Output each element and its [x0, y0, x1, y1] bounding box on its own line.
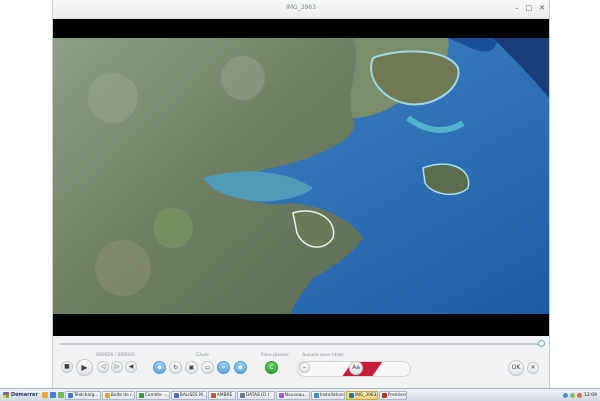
subtitle-minus-button[interactable]: – — [299, 362, 310, 373]
taskbar-app-icon — [313, 392, 319, 398]
quicklaunch-folder-icon[interactable] — [41, 392, 48, 398]
maximize-button[interactable]: □ — [526, 3, 533, 13]
taskbar-button-label: AMBRE — [216, 392, 233, 398]
snapshot-icon: ◉ — [237, 363, 244, 371]
taskbar-button-label: Nouveau... — [284, 392, 309, 398]
ok-button[interactable]: OK — [508, 360, 524, 376]
stop-button[interactable]: ■ — [61, 361, 73, 373]
tool-button-2[interactable]: ↻ — [169, 361, 182, 374]
previous-button[interactable]: ◁ — [97, 361, 109, 373]
taskbar-button[interactable]: Comète -... — [135, 390, 170, 400]
security-icon[interactable] — [570, 392, 576, 398]
minus-icon: – — [303, 363, 306, 371]
start-label: Démarrer — [11, 392, 38, 398]
rotate-button[interactable]: C — [265, 361, 278, 374]
chapter-icon: ◆ — [157, 363, 162, 371]
stop-icon: ■ — [64, 363, 70, 370]
tool-button-3[interactable]: ▣ — [185, 361, 198, 374]
system-tray: 12:09 — [560, 392, 600, 398]
speed-label: Cäule — [196, 353, 209, 358]
taskbar-button-label: BALISES M... — [179, 392, 207, 398]
rotate-icon: C — [269, 363, 274, 371]
start-button[interactable]: Démarrer — [0, 390, 41, 400]
taskbar: Démarrer Télécharg... Boîte de r... Comète… — [0, 388, 600, 401]
taskbar-button[interactable]: AMBRE — [207, 390, 236, 400]
taskbar-app-icon — [173, 392, 179, 398]
taskbar-button[interactable]: Premiere... — [378, 390, 407, 400]
play-icon: ▶ — [81, 362, 88, 372]
next-icon: ▷ — [114, 363, 120, 370]
taskbar-button-label: IMG_3963 — [354, 392, 377, 398]
time-display: 000026 / 000026 — [96, 353, 135, 358]
volume-icon[interactable] — [577, 392, 583, 398]
window-title: IMG_3963 — [286, 4, 316, 11]
clock: 12:09 — [584, 392, 597, 398]
taskbar-app-icon — [210, 392, 216, 398]
aspect-icon: ▭ — [204, 363, 211, 371]
taskbar-button[interactable]: DATAS (D:) — [236, 390, 275, 400]
tool-button-1[interactable]: ◆ — [153, 361, 166, 374]
subtitles-label: Aucuns sous-titres — [302, 353, 344, 358]
taskbar-app-icon — [104, 392, 110, 398]
taskbar-button[interactable]: IMG_3963 — [345, 390, 378, 400]
taskbar-app-icon — [239, 392, 245, 398]
ok-label: OK — [511, 364, 521, 371]
seek-handle[interactable] — [537, 340, 545, 347]
tool-button-6[interactable]: ◉ — [234, 361, 247, 374]
taskbar-button-label: Premiere... — [387, 392, 407, 398]
seek-bar[interactable] — [59, 340, 545, 347]
next-button[interactable]: ▷ — [111, 361, 123, 373]
close-icon: ✕ — [530, 364, 536, 371]
taskbar-button[interactable]: Télécharg... — [64, 390, 101, 400]
windows-logo-icon — [3, 392, 9, 398]
frame-back-icon: ◀ — [128, 363, 134, 370]
minimize-button[interactable]: – — [515, 3, 519, 13]
taskbar-button-label: DATAS (D:) — [245, 392, 270, 398]
close-window-button[interactable]: ✕ — [539, 3, 545, 13]
quicklaunch-browser-icon[interactable] — [49, 392, 56, 398]
close-player-button[interactable]: ✕ — [527, 362, 539, 374]
title-bar[interactable]: IMG_3963 – □ ✕ — [53, 0, 549, 19]
play-button[interactable]: ▶ — [76, 359, 93, 376]
frame-back-button[interactable]: ◀ — [125, 361, 137, 373]
taskbar-app-icon — [348, 392, 354, 398]
previous-icon: ◁ — [100, 363, 106, 370]
taskbar-app-icon — [278, 392, 284, 398]
taskbar-button-label: Télécharg... — [73, 392, 99, 398]
video-area[interactable] — [53, 19, 549, 336]
taskbar-button[interactable]: BALISES M... — [170, 390, 207, 400]
subtitle-font-button[interactable]: Aa — [349, 361, 363, 375]
loop-icon: ↻ — [172, 363, 179, 371]
font-icon: Aa — [352, 364, 360, 371]
taskbar-app-icon — [381, 392, 387, 398]
taskbar-button-label: Installation — [319, 392, 344, 398]
taskbar-button-label: Comète -... — [144, 392, 169, 398]
crop-icon: ▣ — [188, 363, 195, 371]
taskbar-button[interactable]: Nouveau... — [275, 390, 310, 400]
player-window: IMG_3963 – □ ✕ 000026 / 000026 Cäule Fai… — [52, 0, 550, 388]
tool-button-5[interactable]: » — [217, 361, 230, 374]
taskbar-button-label: Boîte de r... — [110, 392, 135, 398]
taskbar-button[interactable]: Installation — [310, 390, 345, 400]
taskbar-app-icon — [138, 392, 144, 398]
taskbar-app-icon — [67, 392, 73, 398]
tool-button-4[interactable]: ▭ — [201, 361, 214, 374]
video-frame — [53, 38, 549, 314]
quicklaunch-app-icon[interactable] — [57, 392, 64, 398]
network-icon[interactable] — [563, 392, 569, 398]
rotate-label: Faire pivoter — [261, 353, 290, 358]
speed-icon: » — [221, 363, 226, 371]
taskbar-button[interactable]: Boîte de r... — [101, 390, 135, 400]
